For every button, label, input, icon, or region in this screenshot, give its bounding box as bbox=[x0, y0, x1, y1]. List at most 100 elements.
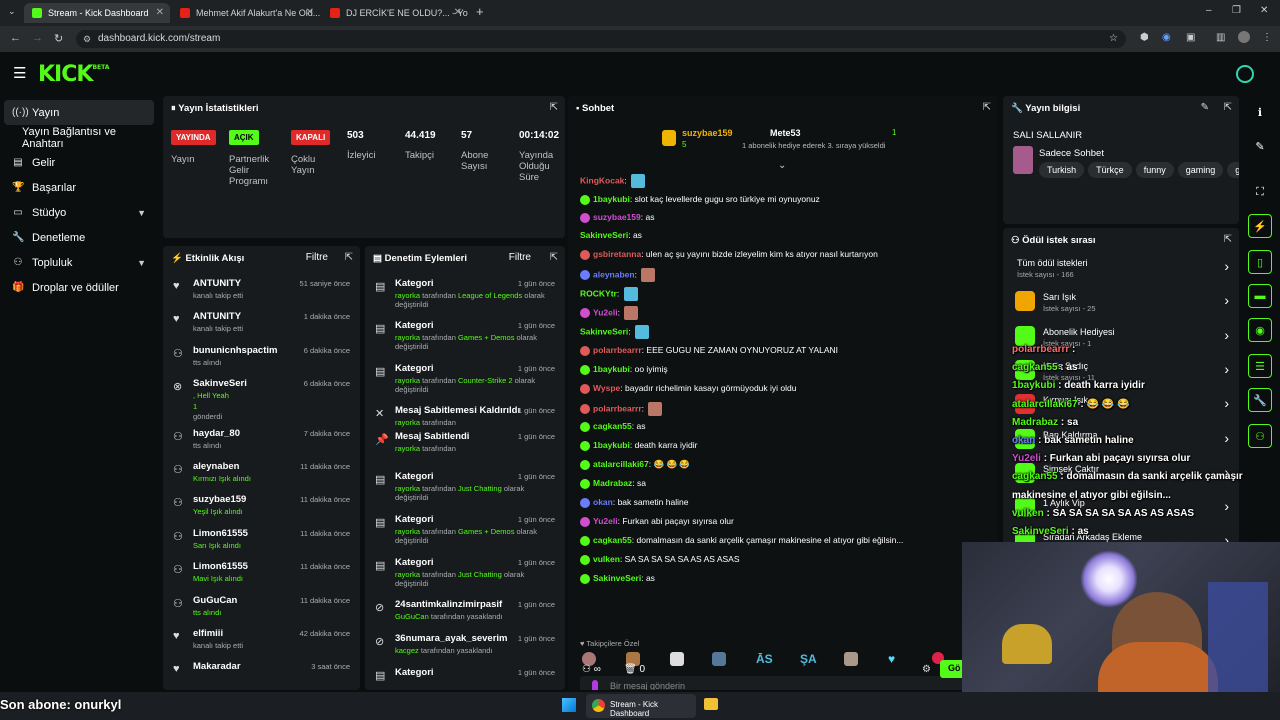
chevron-right-icon[interactable]: › bbox=[1224, 327, 1229, 343]
edit-icon[interactable]: ✎ bbox=[1201, 102, 1209, 113]
emote-icon[interactable] bbox=[670, 652, 684, 666]
activity-user[interactable]: Limon61555 bbox=[193, 528, 248, 539]
moderator-name[interactable]: rayorka bbox=[395, 291, 420, 300]
emote-icon[interactable] bbox=[844, 652, 858, 666]
moderator-name[interactable]: rayorka bbox=[395, 484, 420, 493]
reload-icon[interactable]: ↻ bbox=[54, 32, 63, 45]
tab-list-icon[interactable]: ⌄ bbox=[8, 6, 16, 17]
moderator-name[interactable]: rayorka bbox=[395, 333, 420, 342]
microphone-icon[interactable] bbox=[592, 680, 598, 690]
activity-user[interactable]: aleynaben bbox=[193, 461, 239, 472]
send-button[interactable]: Gö bbox=[940, 660, 964, 678]
sidebar-item-studyo[interactable]: ▭ Stüdyo ▼ bbox=[0, 200, 158, 225]
forward-icon[interactable]: → bbox=[32, 32, 43, 44]
chat-username[interactable]: cagkan55 bbox=[593, 535, 632, 545]
popout-icon[interactable]: ⇱ bbox=[1224, 234, 1232, 245]
moderator-name[interactable]: rayorka bbox=[395, 570, 420, 579]
sidebar-toggle-icon[interactable]: ▥ bbox=[1216, 32, 1225, 43]
windows-start-icon[interactable] bbox=[562, 698, 576, 712]
close-window-icon[interactable]: ✕ bbox=[1260, 5, 1268, 16]
sidebar-item-stream-key[interactable]: Yayın Bağlantısı ve Anahtarı bbox=[0, 125, 158, 150]
emote-icon[interactable]: ŞA bbox=[800, 652, 817, 666]
moderator-name[interactable]: rayorka bbox=[395, 444, 420, 453]
popout-icon[interactable]: ⇱ bbox=[550, 102, 558, 113]
site-info-icon[interactable]: ⚙ bbox=[83, 30, 91, 48]
chat-username[interactable]: suzybae159 bbox=[593, 212, 641, 222]
chat-settings-icon[interactable]: ⚙ bbox=[922, 664, 931, 675]
info-icon[interactable]: ℹ bbox=[1248, 100, 1272, 124]
chat-username[interactable]: Yu2eli bbox=[593, 307, 618, 317]
stream-icon[interactable]: ◉ bbox=[1248, 318, 1272, 342]
chat-username[interactable]: 1baykubi bbox=[593, 440, 630, 450]
chat-username[interactable]: gsbiretanna bbox=[593, 249, 641, 259]
activity-user[interactable]: ANTUNITY bbox=[193, 311, 241, 322]
extension-icon[interactable]: ◉ bbox=[1162, 32, 1171, 43]
maximize-icon[interactable]: ❐ bbox=[1232, 5, 1241, 16]
popout-icon[interactable]: ⇱ bbox=[345, 252, 353, 263]
moderator-name[interactable]: rayorka bbox=[395, 527, 420, 536]
chevron-right-icon[interactable]: › bbox=[1224, 258, 1229, 274]
emote-icon[interactable]: ĀS bbox=[756, 652, 773, 666]
back-icon[interactable]: ← bbox=[10, 32, 21, 44]
popout-icon[interactable]: ⇱ bbox=[1224, 102, 1232, 113]
user-avatar[interactable] bbox=[1236, 65, 1254, 83]
minimize-icon[interactable]: – bbox=[1206, 5, 1212, 16]
activity-user[interactable]: ANTUNITY bbox=[193, 278, 241, 289]
chat-username[interactable]: okan bbox=[593, 497, 613, 507]
tab-youtube-2[interactable]: DJ ERCİK'E NE OLDU?... - YouTube ✕ bbox=[322, 3, 468, 23]
activity-user[interactable]: SakinveSeri bbox=[193, 378, 247, 389]
chat-username[interactable]: SakinveSeri bbox=[593, 573, 641, 583]
sidebar-item-yayin[interactable]: ((·)) Yayın bbox=[4, 100, 154, 125]
document-icon[interactable]: ▯ bbox=[1248, 250, 1272, 274]
chat-username[interactable]: atalarcillaki67 bbox=[593, 459, 649, 469]
chat-username[interactable]: 1baykubi bbox=[593, 364, 630, 374]
activity-user[interactable]: haydar_80 bbox=[193, 428, 240, 439]
chat-icon[interactable]: ▬ bbox=[1248, 284, 1272, 308]
chat-username[interactable]: ROCKYtr bbox=[580, 288, 617, 298]
activity-user[interactable]: bununicnhspactim bbox=[193, 345, 277, 356]
moderator-name[interactable]: rayorka bbox=[395, 418, 420, 427]
chat-username[interactable]: SakinveSeri bbox=[580, 326, 628, 336]
chat-username[interactable]: polarrbearrr bbox=[593, 345, 642, 355]
chevron-right-icon[interactable]: › bbox=[1224, 292, 1229, 308]
popout-icon[interactable]: ⇱ bbox=[983, 102, 991, 113]
reward-item[interactable]: Sarı Işık İstek sayısı - 25 › bbox=[1003, 290, 1239, 324]
filter-button[interactable]: Filtre bbox=[306, 252, 328, 263]
sidebar-item-basarilar[interactable]: 🏆 Başarılar bbox=[0, 175, 158, 200]
taskbar-chrome[interactable]: Stream - Kick Dashboard bbox=[586, 694, 696, 718]
filter-button[interactable]: Filtre bbox=[509, 252, 531, 263]
chat-username[interactable]: cagkan55 bbox=[593, 421, 632, 431]
chat-input[interactable]: Bir mesaj gönderin bbox=[580, 676, 985, 690]
activity-user[interactable]: suzybae159 bbox=[193, 494, 246, 505]
chat-username[interactable]: vulken bbox=[593, 554, 620, 564]
activity-user[interactable]: Limon61555 bbox=[193, 561, 248, 572]
activity-user[interactable]: elfimiii bbox=[193, 628, 223, 639]
close-tab-icon[interactable]: ✕ bbox=[454, 7, 462, 18]
reward-item[interactable]: Tüm ödül istekleri İstek sayısı - 166 › bbox=[1003, 256, 1239, 290]
chat-username[interactable]: Yu2eli bbox=[593, 516, 618, 526]
chat-username[interactable]: KingKocak bbox=[580, 175, 624, 185]
sidebar-item-denetleme[interactable]: 🔧 Denetleme bbox=[0, 225, 158, 250]
chat-username[interactable]: Wyspe bbox=[593, 383, 620, 393]
close-tab-icon[interactable]: ✕ bbox=[156, 7, 164, 18]
chat-username[interactable]: Madrabaz bbox=[593, 478, 632, 488]
activity-user[interactable]: GuGuCan bbox=[193, 595, 237, 606]
tab-kick-dashboard[interactable]: Stream - Kick Dashboard ✕ bbox=[24, 3, 170, 23]
browser-menu-icon[interactable]: ⋮ bbox=[1262, 32, 1272, 43]
chat-username[interactable]: polarrbearrr bbox=[593, 403, 642, 413]
moderator-name[interactable]: GuGuCan bbox=[395, 612, 429, 621]
bookmark-star-icon[interactable]: ☆ bbox=[1109, 30, 1118, 48]
chat-counter[interactable]: 🗑 0 bbox=[624, 664, 645, 675]
emote-icon[interactable]: ♥ bbox=[888, 652, 895, 666]
chevron-down-icon[interactable]: ⌄ bbox=[778, 160, 786, 171]
sidebar-item-droplar[interactable]: 🎁 Droplar ve ödüller bbox=[0, 275, 158, 300]
pencil-icon[interactable]: ✎ bbox=[1248, 134, 1272, 158]
sidebar-item-gelir[interactable]: ▤ Gelir bbox=[0, 150, 158, 175]
profile-avatar[interactable] bbox=[1238, 31, 1250, 43]
hamburger-menu-icon[interactable]: ☰ bbox=[13, 64, 26, 82]
file-explorer-icon[interactable] bbox=[704, 698, 718, 710]
popout-icon[interactable]: ⇱ bbox=[550, 252, 558, 263]
kick-logo[interactable]: KICKBETA bbox=[38, 62, 109, 87]
extension-icon[interactable]: ⬢ bbox=[1140, 32, 1149, 43]
url-bar[interactable]: ⚙ dashboard.kick.com/stream ☆ bbox=[76, 30, 1126, 48]
